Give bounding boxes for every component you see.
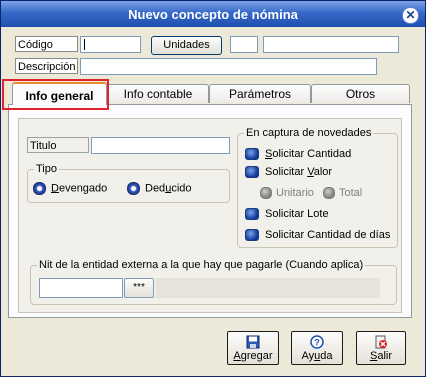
tab-highlight-box	[2, 79, 109, 110]
close-button[interactable]: ✕	[402, 7, 419, 24]
checkbox-icon	[245, 166, 259, 179]
unidades-button[interactable]: Unidades	[151, 36, 222, 55]
title-bar[interactable]: Nuevo concepto de nómina ✕	[1, 1, 425, 27]
check-label-rest: alor	[313, 166, 333, 178]
check-solicitar-cantidad-dias[interactable]: Solicitar Cantidad de días	[245, 229, 391, 242]
devengado-label: evengado	[58, 182, 108, 195]
titulo-input[interactable]	[91, 137, 230, 154]
check-solicitar-valor[interactable]: Solicitar Valor	[245, 166, 333, 179]
nit-input[interactable]	[39, 278, 123, 298]
total-label: Total	[339, 187, 363, 199]
codigo-input[interactable]	[80, 36, 141, 53]
checkbox-icon	[245, 208, 259, 221]
agregar-label: gregar	[240, 350, 273, 362]
check-label: olicitar Cantidad	[272, 148, 352, 160]
mnemonic: A	[233, 350, 241, 362]
descripcion-label: Descripción	[15, 58, 78, 74]
check-label: Solicitar	[265, 166, 308, 178]
check-solicitar-lote[interactable]: Solicitar Lote	[245, 208, 329, 221]
check-solicitar-cantidad[interactable]: Solicitar Cantidad	[245, 148, 352, 161]
svg-text:?: ?	[314, 338, 320, 348]
help-icon: ?	[310, 335, 324, 349]
check-label: Solicitar Cantidad de días	[265, 229, 391, 241]
ayuda-label: da	[320, 350, 333, 362]
tab-info-contable[interactable]: Info contable	[107, 84, 209, 103]
radio-disabled-icon	[260, 187, 272, 200]
agregar-button[interactable]: Agregar	[227, 331, 279, 365]
save-disk-icon	[246, 335, 260, 349]
checkbox-icon	[245, 229, 259, 242]
ayuda-label-pre: Ay	[301, 350, 315, 362]
captura-legend: En captura de novedades	[246, 127, 372, 139]
ayuda-button[interactable]: ? Ayuda	[291, 331, 343, 365]
nit-legend: Nit de la entidad externa a la que hay q…	[39, 259, 364, 271]
unidad-name-input[interactable]	[263, 36, 399, 53]
tab-otros[interactable]: Otros	[311, 84, 410, 103]
window-title: Nuevo concepto de nómina	[128, 7, 298, 22]
exit-icon	[375, 335, 387, 349]
salir-button[interactable]: Salir	[356, 331, 406, 365]
unitario-label: Unitario	[276, 187, 314, 199]
tab-parametros[interactable]: Parámetros	[209, 84, 311, 103]
deducido-label-pre: Ded	[145, 182, 166, 195]
codigo-label: Código	[15, 36, 78, 52]
radio-disabled-icon	[323, 187, 335, 200]
check-label: Solicitar Lote	[265, 208, 329, 220]
titulo-label: Titulo	[27, 137, 89, 153]
radio-total: Total	[323, 187, 363, 200]
descripcion-input[interactable]	[80, 58, 377, 75]
tipo-legend: Tipo	[36, 163, 57, 175]
text-cursor	[84, 39, 85, 50]
checkbox-icon	[245, 148, 259, 161]
salir-label: alir	[377, 350, 392, 362]
radio-unitario: Unitario	[260, 187, 314, 200]
radio-deducido[interactable]: Deducido	[127, 182, 192, 195]
deducido-label: cido	[171, 182, 192, 195]
unidad-code-input[interactable]	[230, 36, 258, 53]
nit-name-display	[156, 278, 380, 298]
radio-selected-icon	[33, 182, 46, 195]
nit-lookup-button[interactable]: ***	[124, 278, 154, 298]
radio-icon	[127, 182, 140, 195]
radio-devengado[interactable]: Devengado	[33, 182, 107, 195]
devengado-mnemonic: D	[51, 182, 59, 195]
